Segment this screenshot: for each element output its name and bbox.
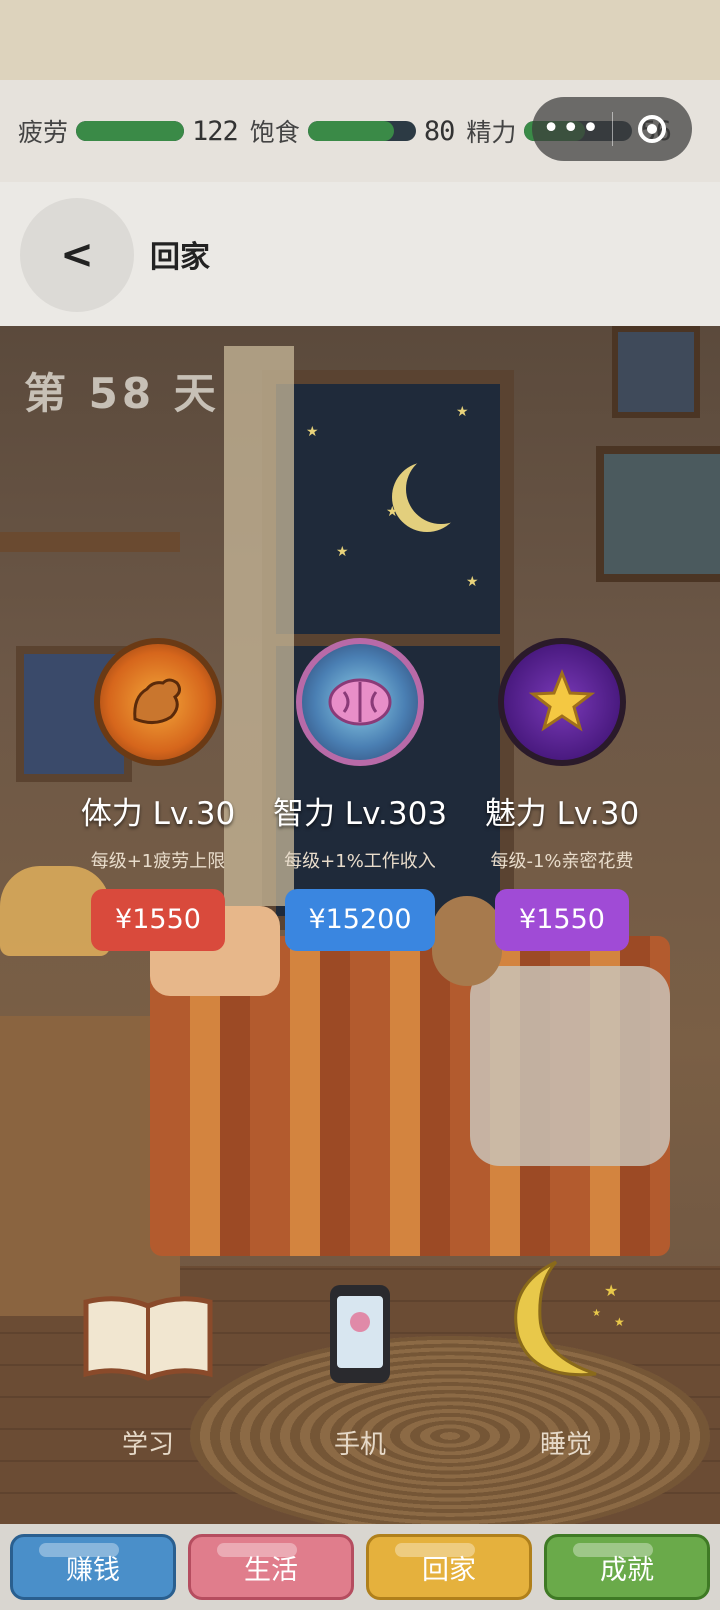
skill-charm: 魅力 Lv.30 每级-1%亲密花费 ¥1550	[462, 638, 662, 951]
skill-strength: 体力 Lv.30 每级+1疲劳上限 ¥1550	[58, 638, 258, 951]
skill-name: 智力 Lv.303	[272, 796, 448, 832]
day-counter: 第 58 天	[24, 369, 220, 418]
svg-text:★: ★	[604, 1281, 618, 1300]
tab-home[interactable]: 回家	[366, 1534, 532, 1600]
star-icon	[498, 638, 626, 766]
stat-label: 疲劳	[18, 118, 69, 147]
upgrade-charm-button[interactable]: ¥1550	[495, 889, 629, 951]
bar-fill	[76, 121, 185, 141]
action-label: 学习	[121, 1430, 174, 1460]
action-study[interactable]: 学习	[68, 1266, 228, 1461]
stat-fatigue: 疲劳 122	[18, 113, 239, 149]
stat-satiety: 饱食 80	[249, 113, 456, 149]
ellipsis-icon[interactable]: •••	[532, 97, 612, 161]
bottom-tab-bar: 赚钱 生活 回家 成就	[0, 1524, 720, 1610]
skill-desc: 每级+1%工作收入	[284, 851, 436, 872]
tab-life[interactable]: 生活	[188, 1534, 354, 1600]
window-star: ★	[306, 424, 319, 440]
nav-bar: < 回家	[0, 182, 720, 326]
action-sleep[interactable]: ★ ★ ★ 睡觉	[486, 1260, 646, 1461]
window-star: ★	[456, 404, 469, 420]
tab-label: 成就	[600, 1554, 654, 1586]
window-star: ★	[386, 504, 399, 520]
tab-label: 赚钱	[66, 1554, 120, 1586]
back-button[interactable]: <	[20, 198, 134, 312]
book-icon	[68, 1266, 228, 1386]
satiety-bar	[307, 121, 416, 141]
tab-label: 回家	[422, 1554, 476, 1586]
miniprogram-capsule: •••	[532, 97, 692, 161]
skill-desc: 每级-1%亲密花费	[490, 851, 634, 872]
window-moon	[406, 454, 476, 524]
action-phone[interactable]: 手机	[280, 1266, 440, 1461]
stat-label: 饱食	[249, 118, 300, 147]
window-star: ★	[336, 544, 349, 560]
top-band	[0, 0, 720, 80]
skill-name: 魅力 Lv.30	[484, 796, 640, 832]
upgrade-intellect-button[interactable]: ¥15200	[285, 889, 435, 951]
stat-value: 80	[423, 115, 456, 147]
tab-label: 生活	[244, 1554, 298, 1586]
upgrade-strength-button[interactable]: ¥1550	[91, 889, 225, 951]
cabin-painting	[596, 446, 720, 582]
bar-fill	[307, 121, 395, 141]
svg-text:★: ★	[614, 1315, 625, 1329]
window-star: ★	[466, 574, 479, 590]
skill-intellect: 智力 Lv.303 每级+1%工作收入 ¥15200	[260, 638, 460, 951]
target-icon[interactable]	[613, 115, 693, 143]
page-title: 回家	[150, 240, 210, 275]
svg-text:★: ★	[592, 1308, 601, 1319]
ring	[638, 115, 667, 143]
action-label: 手机	[333, 1430, 386, 1460]
stat-label: 精力	[466, 118, 517, 147]
blanket	[470, 966, 670, 1166]
stat-value: 122	[192, 115, 239, 147]
skill-name: 体力 Lv.30	[80, 796, 236, 832]
ring-dot	[647, 124, 658, 134]
tab-achievements[interactable]: 成就	[544, 1534, 710, 1600]
wall-shelf	[0, 532, 180, 552]
skill-desc: 每级+1疲劳上限	[90, 851, 226, 872]
action-label: 睡觉	[539, 1430, 592, 1460]
flexing-arm-icon	[94, 638, 222, 766]
brain-icon	[296, 638, 424, 766]
moon-icon: ★ ★ ★	[486, 1260, 646, 1386]
phone-icon	[280, 1266, 440, 1386]
wall-painting	[612, 326, 700, 418]
bedroom-scene: ★ ★ ★ ★ ★ 第 58 天 体力 Lv.30 每级+1疲劳上限 ¥1550…	[0, 326, 720, 1524]
tab-earn-money[interactable]: 赚钱	[10, 1534, 176, 1600]
fatigue-bar	[76, 121, 185, 141]
